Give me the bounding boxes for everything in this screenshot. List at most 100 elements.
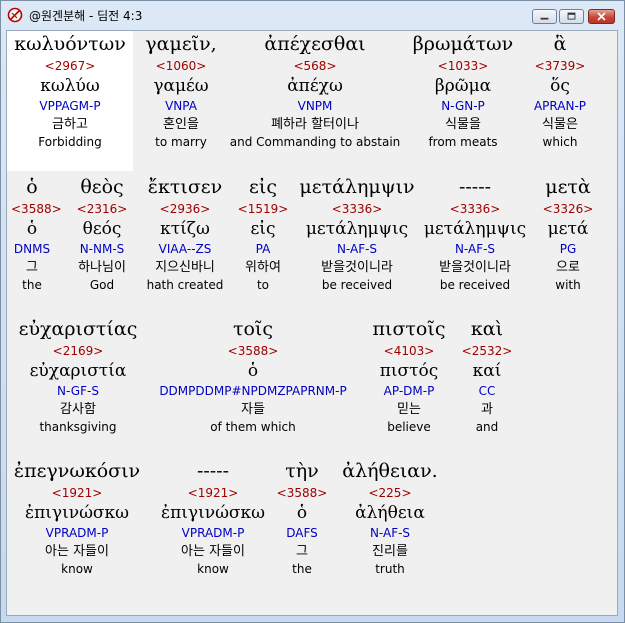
parsing-code: N-GN-P [441,99,485,113]
parsing-code: AP-DM-P [383,384,435,398]
word-block[interactable]: μετάλημψιν <3336> μετάλημψις N-AF-S 받을것이… [295,174,419,294]
greek-word: ἐπεγνωκόσιν [13,460,141,482]
app-icon [7,7,23,23]
english-gloss: and Commanding to abstain [229,135,401,149]
strongs-number: <1921> [51,486,103,500]
lemma: γαμέω [153,76,209,96]
word-block[interactable]: ----- <1921> ἐπιγινώσκω VPRADM-P 아는 자들이 … [149,458,277,578]
minimize-button[interactable] [532,9,557,24]
korean-gloss: 하나님이 [78,260,126,275]
lemma: ἐπιγινώσκω [160,503,266,523]
word-block[interactable]: ἀλήθειαν. <225> ἀλήθεια N-AF-S 진리를 truth [333,458,447,578]
title-bar[interactable]: @원겐분해 - 딤전 4:3 [1,1,624,29]
word-block[interactable]: εἰς <1519> εἰς PA 위하여 to [235,174,291,294]
word-block[interactable]: θεὸς <2316> θεός N-NM-S 하나님이 God [57,174,147,294]
parsing-code: N-AF-S [454,242,496,256]
strongs-number: <3588> [276,486,328,500]
korean-gloss: 받을것이니라 [439,260,511,275]
word-block[interactable]: ἀπέχεσθαι <568> ἀπέχω VNPM 폐하라 할터이나 and … [227,31,403,171]
greek-word: ----- [458,176,492,198]
lemma: μετάλημψις [305,219,409,239]
english-gloss: with [555,278,581,292]
word-block[interactable]: πιστοῖς <4103> πιστός AP-DM-P 믿는 believe [363,316,455,436]
greek-word: ἀλήθειαν. [342,460,438,482]
english-gloss: the [22,278,42,292]
parsing-code: PG [559,242,577,256]
word-block[interactable]: ἐπεγνωκόσιν <1921> ἐπιγινώσκω VPRADM-P 아… [7,458,147,578]
korean-gloss: 감사함 [60,402,96,417]
strongs-number: <2316> [76,202,128,216]
word-block[interactable]: ὁ <3588> ὁ DNMS 그 the [11,174,62,294]
word-block[interactable]: ἃ <3739> ὅς APRAN-P 식물은 which [523,31,597,171]
strongs-number: <1060> [155,59,207,73]
lemma: ἐπιγινώσκω [24,503,130,523]
korean-gloss: 식물을 [445,117,481,132]
korean-gloss: 금하고 [52,117,88,132]
word-block[interactable]: κωλυόντων <2967> κωλύω VPPAGM-P 금하고 Forb… [7,31,133,171]
lemma: πιστός [379,361,439,381]
greek-word: καὶ [470,318,504,340]
maximize-button[interactable] [559,9,584,24]
parsing-code: N-NM-S [79,242,125,256]
korean-gloss: 받을것이니라 [321,260,393,275]
window-title: @원겐분해 - 딤전 4:3 [29,9,143,23]
english-gloss: the [292,562,312,576]
korean-gloss: 지으신바니 [155,260,215,275]
strongs-number: <225> [368,486,412,500]
parsing-code: VNPM [297,99,333,113]
english-gloss: know [197,562,229,576]
parsing-code: CC [478,384,496,398]
korean-gloss: 폐하라 할터이나 [271,117,359,132]
parsing-code: VPPAGM-P [39,99,101,113]
maximize-icon [567,12,576,20]
greek-word: ἔκτισεν [147,176,223,198]
korean-gloss: 혼인을 [163,117,199,132]
strongs-number: <2936> [159,202,211,216]
lemma: ὅς [550,76,570,96]
parsing-code: N-GF-S [57,384,99,398]
parsing-code: DDMPDDMP#NPDMZPAPRNM-P [159,384,347,398]
interlinear-pane[interactable]: κωλυόντων <2967> κωλύω VPPAGM-P 금하고 Forb… [6,30,618,616]
parsing-code: DAFS [286,526,318,540]
english-gloss: truth [375,562,405,576]
lemma: κωλύω [40,76,100,96]
korean-gloss: 식물은 [542,117,578,132]
korean-gloss: 그 [26,260,38,275]
word-block[interactable]: γαμεῖν, <1060> γαμέω VNPA 혼인을 to marry [134,31,228,171]
english-gloss: Forbidding [38,135,102,149]
greek-word: μετὰ [545,176,591,198]
word-block[interactable]: βρωμάτων <1033> βρῶμα N-GN-P 식물을 from me… [405,31,521,171]
parsing-code: VPRADM-P [181,526,245,540]
word-block[interactable]: ----- <3336> μετάλημψις N-AF-S 받을것이니라 be… [419,174,531,294]
english-gloss: be received [439,278,511,292]
word-block[interactable]: τὴν <3588> ὁ DAFS 그 the [275,458,329,578]
english-gloss: God [89,278,115,292]
greek-word: ἀπέχεσθαι [264,33,366,55]
word-block[interactable]: εὐχαριστίας <2169> εὐχαριστία N-GF-S 감사함… [7,316,149,436]
english-gloss: hath created [146,278,224,292]
word-block[interactable]: τοῖς <3588> ὁ DDMPDDMP#NPDMZPAPRNM-P 자들 … [153,316,353,436]
greek-word: εἰς [249,176,277,198]
close-button[interactable] [588,9,615,24]
greek-word: γαμεῖν, [145,33,217,55]
english-gloss: to marry [155,135,207,149]
word-block[interactable]: μετὰ <3326> μετά PG 으로 with [535,174,601,294]
korean-gloss: 과 [481,402,493,417]
greek-word: ὁ [26,176,38,198]
english-gloss: thanksgiving [39,420,117,434]
korean-gloss: 진리를 [372,544,408,559]
lemma: καί [472,361,502,381]
greek-word: ----- [196,460,230,482]
word-block[interactable]: ἔκτισεν <2936> κτίζω VIAA--ZS 지으신바니 hath… [141,174,229,294]
interlinear-content: κωλυόντων <2967> κωλύω VPPAGM-P 금하고 Forb… [7,31,617,615]
word-block[interactable]: καὶ <2532> καί CC 과 and [459,316,515,436]
strongs-number: <1921> [187,486,239,500]
lemma: εἰς [250,219,276,239]
strongs-number: <2169> [52,344,104,358]
lemma: μετάλημψις [423,219,527,239]
korean-gloss: 그 [296,544,308,559]
strongs-number: <1519> [237,202,289,216]
korean-gloss: 으로 [556,260,580,275]
strongs-number: <3336> [449,202,501,216]
strongs-number: <3336> [331,202,383,216]
